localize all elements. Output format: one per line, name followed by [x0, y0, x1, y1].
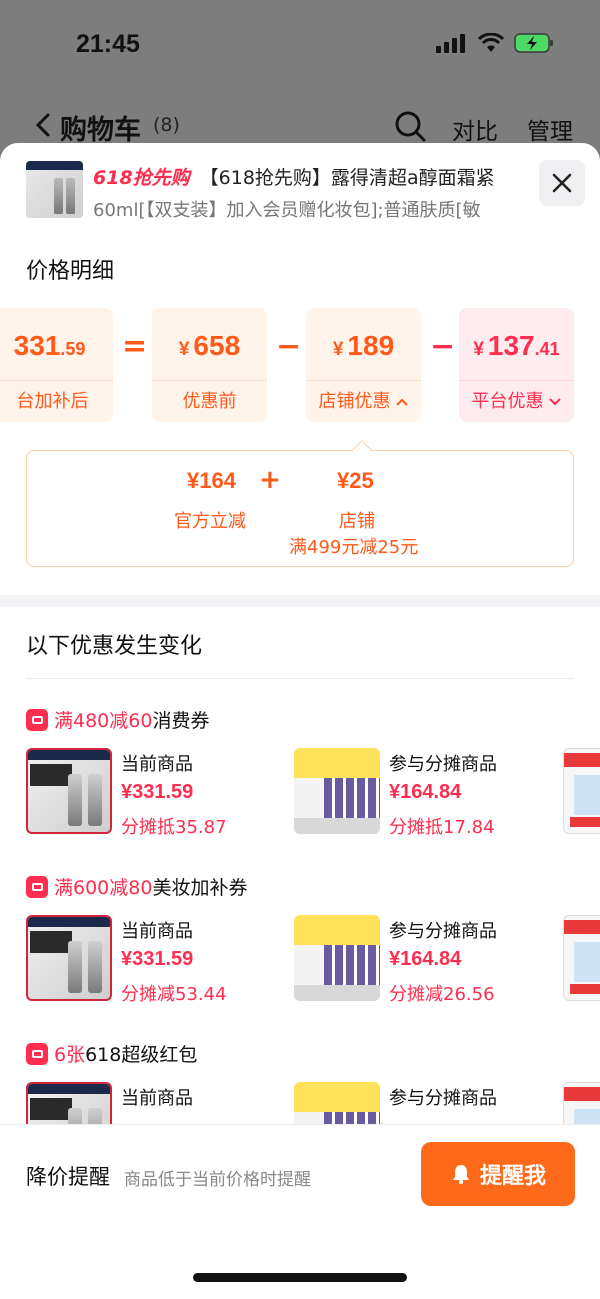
platform-discount-dec: .41 — [534, 339, 560, 359]
wifi-icon — [478, 33, 504, 52]
promo-name-black: 美妆加补券 — [152, 877, 248, 899]
cart-count: (8) — [153, 114, 180, 136]
before-price-value: 658 — [193, 330, 241, 361]
minus-sign: − — [430, 329, 456, 364]
minus-sign: − — [276, 329, 302, 364]
shop-discount-text: 店铺优惠 — [318, 391, 391, 412]
other-item-share: 分摊减26.56 — [389, 984, 495, 1005]
home-indicator — [193, 1273, 407, 1282]
current-item-label: 当前商品 — [121, 1088, 193, 1109]
back-arrow-icon[interactable] — [34, 112, 52, 138]
promo-header: 满600减80 美妆加补券 — [26, 873, 247, 900]
remind-me-label: 提醒我 — [479, 1164, 546, 1189]
promo-name-red: 6张 — [54, 1044, 86, 1066]
before-price-box: ¥658 优惠前 — [152, 308, 267, 422]
current-product-image[interactable] — [26, 748, 112, 834]
current-product-image[interactable] — [26, 915, 112, 1001]
promo-name-red: 满480减60 — [54, 710, 153, 732]
third-product-image[interactable] — [563, 748, 600, 834]
reminder-title: 降价提醒 — [26, 1165, 110, 1189]
status-bar: 21:45 — [0, 0, 600, 90]
status-time: 21:45 — [76, 30, 140, 58]
reminder-description: 商品低于当前价格时提醒 — [124, 1170, 311, 1190]
divider — [26, 678, 574, 679]
chevron-down-icon — [548, 398, 561, 406]
final-price-int: 331 — [13, 330, 61, 361]
bell-icon — [452, 1165, 469, 1185]
other-item-label: 参与分摊商品 — [389, 921, 497, 942]
official-discount-value: ¥164 — [187, 468, 236, 493]
final-price-label: 台加补后 — [16, 391, 89, 412]
current-item-price: ¥331.59 — [121, 948, 194, 970]
currency: ¥ — [473, 339, 484, 360]
current-item-label: 当前商品 — [121, 754, 193, 775]
other-product-image[interactable] — [294, 915, 380, 1001]
coupon-icon — [26, 875, 48, 898]
promo-tag: 618抢先购 — [93, 167, 190, 189]
price-detail-sheet: 618抢先购 【618抢先购】露得清超a醇面霜紧 60ml[【双支装】加入会员赠化… — [0, 143, 600, 1299]
shop-discount-value: 189 — [347, 330, 395, 361]
platform-discount-text: 平台优惠 — [471, 391, 544, 412]
manage-button[interactable]: 管理 — [527, 112, 573, 146]
shop-coupon-label: 店铺 — [339, 511, 375, 532]
product-title-text: 【618抢先购】露得清超a醇面霜紧 — [199, 167, 495, 189]
final-price-dec: .59 — [60, 339, 86, 359]
platform-discount-box[interactable]: ¥137.41 平台优惠 — [459, 308, 574, 422]
changes-title: 以下优惠发生变化 — [26, 634, 203, 659]
page-title: 购物车 — [60, 115, 141, 146]
equals-sign: = — [122, 329, 148, 364]
official-discount-label: 官方立减 — [174, 511, 246, 532]
section-divider — [0, 595, 600, 607]
before-price-label: 优惠前 — [182, 391, 237, 412]
promo-name-red: 满600减80 — [54, 877, 153, 899]
promo-name-black: 消费券 — [152, 710, 210, 732]
other-product-image[interactable] — [294, 748, 380, 834]
search-icon[interactable] — [394, 110, 426, 142]
third-product-image[interactable] — [563, 915, 600, 1001]
promo-header: 满480减60 消费券 — [26, 706, 209, 733]
shop-coupon-rule: 满499元减25元 — [289, 537, 419, 558]
plus-sign: + — [259, 465, 281, 495]
compare-button[interactable]: 对比 — [452, 112, 498, 146]
other-item-price: ¥164.84 — [389, 948, 462, 970]
other-item-price: ¥164.84 — [389, 781, 462, 803]
other-item-label: 参与分摊商品 — [389, 754, 497, 775]
close-button[interactable] — [539, 160, 585, 206]
chevron-up-icon — [395, 398, 408, 406]
current-item-share: 分摊减53.44 — [121, 984, 227, 1005]
promo-header: 6张 618超级红包 — [26, 1040, 197, 1067]
status-icons — [436, 33, 554, 53]
other-item-label: 参与分摊商品 — [389, 1088, 497, 1109]
battery-icon — [514, 33, 553, 53]
product-thumbnail — [26, 161, 83, 218]
current-item-price: ¥331.59 — [121, 781, 194, 803]
coupon-icon — [26, 708, 48, 731]
currency: ¥ — [332, 339, 344, 360]
shop-discount-label[interactable]: 店铺优惠 — [306, 387, 421, 413]
remind-me-button[interactable]: 提醒我 — [421, 1142, 575, 1206]
current-item-label: 当前商品 — [121, 921, 193, 942]
current-item-share: 分摊抵35.87 — [121, 817, 227, 838]
product-title: 618抢先购 【618抢先购】露得清超a醇面霜紧 — [93, 163, 533, 190]
shop-discount-box[interactable]: ¥189 店铺优惠 — [306, 308, 421, 422]
price-detail-title: 价格明细 — [26, 259, 115, 284]
close-icon — [552, 173, 572, 193]
promo-name-black: 618超级红包 — [85, 1044, 198, 1066]
signal-icon — [436, 34, 465, 53]
platform-discount-int: 137 — [487, 330, 535, 361]
product-spec: 60ml[【双支装】加入会员赠化妆包];普通肤质[敏 — [93, 200, 481, 221]
final-price-box: 331.59 台加补后 — [0, 308, 113, 422]
platform-discount-label[interactable]: 平台优惠 — [459, 387, 574, 413]
red-packet-icon — [26, 1042, 48, 1065]
shop-discount-breakdown: ¥164 + ¥25 官方立减 店铺 满499元减25元 — [26, 440, 574, 567]
currency: ¥ — [178, 339, 190, 360]
shop-coupon-value: ¥25 — [337, 468, 374, 493]
other-item-share: 分摊抵17.84 — [389, 817, 495, 838]
